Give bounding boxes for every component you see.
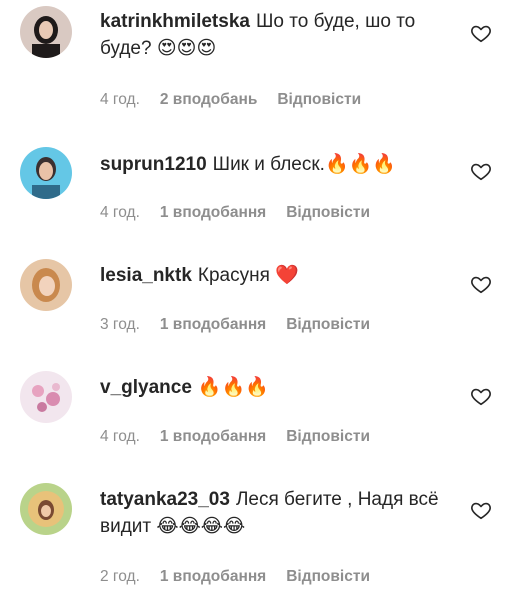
avatar[interactable]: [20, 259, 72, 311]
reply-button[interactable]: Відповісти: [286, 316, 370, 334]
comment-meta: 4 год. 2 вподобань Відповісти: [100, 91, 381, 109]
likes-count[interactable]: 1 вподобання: [160, 428, 266, 446]
comment-text: tatyanka23_03 Леся бегите , Надя всё види…: [100, 486, 470, 540]
timestamp: 4 год.: [100, 204, 140, 221]
comment-body: Шик и блеск.: [212, 154, 325, 175]
username[interactable]: suprun1210: [100, 154, 207, 175]
comment-text: v_glyance 🔥🔥🔥: [100, 374, 470, 401]
reply-button[interactable]: Відповісти: [286, 428, 370, 446]
emoji: 😍😍😍: [156, 37, 217, 59]
emoji: 🔥🔥🔥: [324, 153, 396, 175]
reply-button[interactable]: Відповісти: [286, 204, 370, 222]
comment-meta: 4 год. 1 вподобання Відповісти: [100, 428, 390, 446]
comment-text: katrinkhmiletska Шо то буде, шо то буде? …: [100, 8, 470, 62]
avatar[interactable]: [20, 371, 72, 423]
emoji: ❤️: [275, 264, 299, 286]
comment-body: Красуня: [197, 265, 270, 286]
heart-outline-icon[interactable]: [470, 385, 492, 407]
reply-button[interactable]: Відповісти: [277, 91, 361, 109]
comment-meta: 3 год. 1 вподобання Відповісти: [100, 316, 390, 334]
comment-meta: 4 год. 1 вподобання Відповісти: [100, 204, 390, 222]
likes-count[interactable]: 1 вподобання: [160, 568, 266, 586]
comment-text: suprun1210 Шик и блеск.🔥🔥🔥: [100, 151, 470, 178]
avatar[interactable]: [20, 483, 72, 535]
username[interactable]: tatyanka23_03: [100, 489, 230, 510]
likes-count[interactable]: 2 вподобань: [160, 91, 257, 109]
comment-text: lesia_nktk Красуня ❤️: [100, 262, 470, 289]
username[interactable]: katrinkhmiletska: [100, 11, 250, 32]
timestamp: 3 год.: [100, 316, 140, 333]
heart-outline-icon[interactable]: [470, 273, 492, 295]
heart-outline-icon[interactable]: [470, 22, 492, 44]
timestamp: 4 год.: [100, 91, 140, 108]
emoji: 🔥🔥🔥: [197, 376, 269, 398]
avatar[interactable]: [20, 6, 72, 58]
reply-button[interactable]: Відповісти: [286, 568, 370, 586]
avatar[interactable]: [20, 147, 72, 199]
heart-outline-icon[interactable]: [470, 160, 492, 182]
heart-outline-icon[interactable]: [470, 499, 492, 521]
comment-meta: 2 год. 1 вподобання Відповісти: [100, 568, 390, 586]
timestamp: 2 год.: [100, 568, 140, 585]
timestamp: 4 год.: [100, 428, 140, 445]
username[interactable]: lesia_nktk: [100, 265, 192, 286]
likes-count[interactable]: 1 вподобання: [160, 204, 266, 222]
likes-count[interactable]: 1 вподобання: [160, 316, 266, 334]
username[interactable]: v_glyance: [100, 377, 192, 398]
emoji: 😂😂😂😂: [156, 515, 246, 537]
